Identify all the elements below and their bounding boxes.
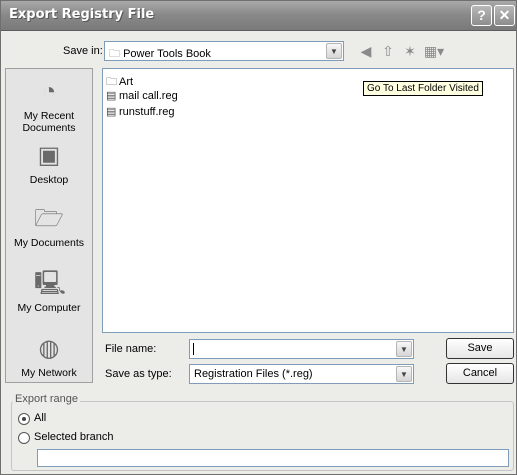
places-bar: ◔ My Recent Documents ▣ Desktop 🗁 My Doc… xyxy=(5,68,93,383)
place-label: My Recent Documents xyxy=(22,110,76,134)
save-in-label: Save in: xyxy=(63,45,103,57)
my-computer-icon: 🖳 xyxy=(34,270,67,297)
recent-documents-icon: ◔ xyxy=(41,78,57,105)
views-icon[interactable]: ▦▾ xyxy=(421,42,447,60)
save-as-type-label: Save as type: xyxy=(105,368,172,380)
reg-file-icon: ▤ xyxy=(106,90,117,102)
file-name-label: File name: xyxy=(105,343,157,355)
radio-all-label[interactable]: All xyxy=(34,412,46,424)
branch-input[interactable] xyxy=(37,449,509,467)
file-name: Art xyxy=(119,76,134,88)
window-title: Export Registry File xyxy=(9,7,155,22)
reg-file-icon: ▤ xyxy=(106,106,117,118)
title-bar: Export Registry File ? ✕ xyxy=(1,1,516,31)
file-name-input[interactable]: ▼ xyxy=(189,339,414,359)
save-as-type-dropdown[interactable]: Registration Files (*.reg) ▼ xyxy=(189,364,414,384)
place-label: My Documents xyxy=(13,237,85,249)
save-in-value: 🗀 Power Tools Book xyxy=(109,45,211,64)
new-folder-icon[interactable]: ✶ xyxy=(400,42,420,60)
file-list[interactable]: 🗀 Art ▤ mail call.reg ▤ runstuff.reg Go To … xyxy=(102,68,514,333)
radio-all[interactable] xyxy=(18,413,30,425)
chevron-down-icon[interactable]: ▼ xyxy=(326,43,342,59)
file-name: mail call.reg xyxy=(119,90,178,102)
export-range-legend: Export range xyxy=(13,393,80,405)
radio-selected-branch-label[interactable]: Selected branch xyxy=(34,431,114,443)
radio-selected-branch[interactable] xyxy=(18,432,30,444)
file-name: runstuff.reg xyxy=(119,106,175,118)
place-my-documents[interactable]: 🗁 My Documents xyxy=(6,204,92,249)
cancel-button[interactable]: Cancel xyxy=(446,363,514,384)
save-in-dropdown[interactable]: 🗀 Power Tools Book ▼ xyxy=(104,41,344,61)
chevron-down-icon[interactable]: ▼ xyxy=(396,366,412,382)
close-icon[interactable]: ✕ xyxy=(494,5,515,26)
place-my-network[interactable]: ◍ My Network xyxy=(6,334,92,379)
radio-selected-dot xyxy=(22,417,26,421)
my-network-icon: ◍ xyxy=(38,335,60,362)
place-my-recent-documents[interactable]: ◔ My Recent Documents xyxy=(6,77,92,134)
export-registry-dialog: Export Registry File ? ✕ Save in: 🗀 Powe… xyxy=(0,0,517,475)
save-in-text: Power Tools Book xyxy=(123,48,211,60)
list-item[interactable]: ▤ runstuff.reg xyxy=(106,105,174,118)
chevron-down-icon[interactable]: ▼ xyxy=(396,341,412,357)
my-documents-icon: 🗁 xyxy=(34,205,64,232)
folder-icon: 🗀 xyxy=(109,48,120,60)
place-desktop[interactable]: ▣ Desktop xyxy=(6,141,92,186)
place-label: My Computer xyxy=(17,302,81,314)
tooltip: Go To Last Folder Visited xyxy=(363,81,483,96)
place-my-computer[interactable]: 🖳 My Computer xyxy=(6,269,92,314)
back-icon[interactable]: ◀ xyxy=(356,42,376,60)
place-label: My Network xyxy=(21,367,77,379)
list-item[interactable]: ▤ mail call.reg xyxy=(106,89,178,102)
text-cursor xyxy=(193,343,194,355)
save-as-type-value: Registration Files (*.reg) xyxy=(194,368,313,380)
place-label: Desktop xyxy=(29,174,69,186)
desktop-icon: ▣ xyxy=(37,142,61,169)
up-folder-icon[interactable]: ⇧ xyxy=(378,42,398,60)
save-button[interactable]: Save xyxy=(446,338,514,359)
help-icon[interactable]: ? xyxy=(471,5,492,26)
